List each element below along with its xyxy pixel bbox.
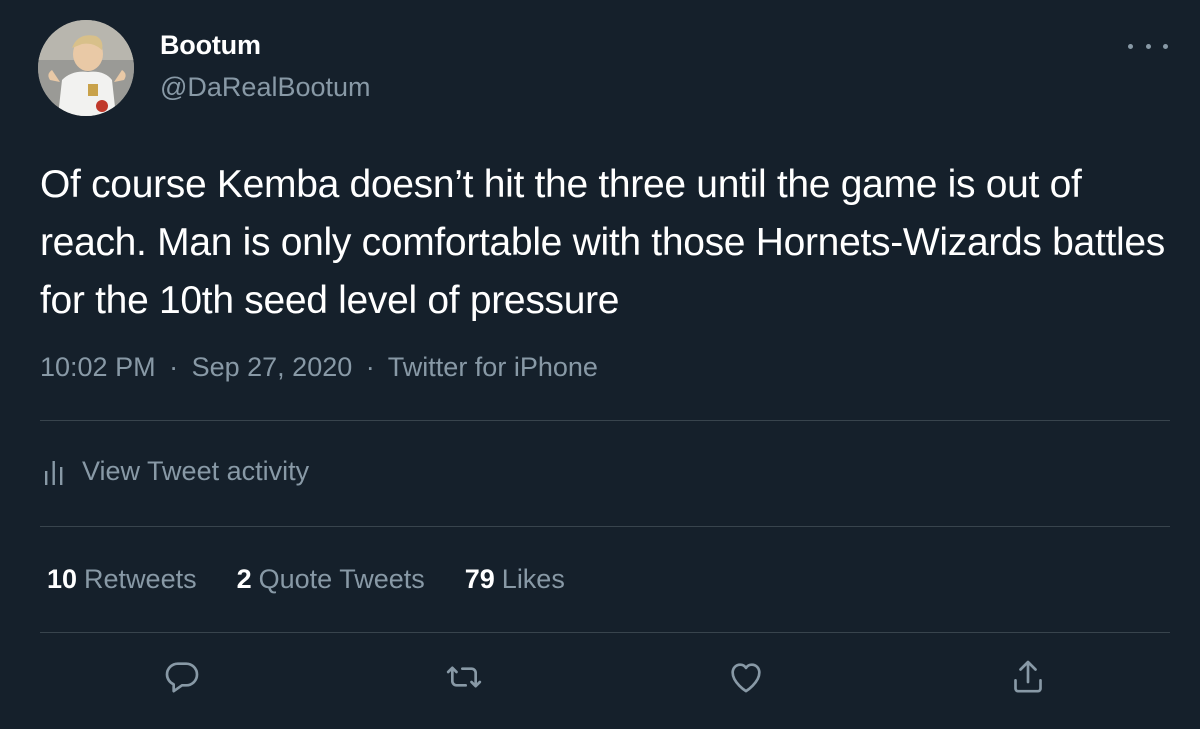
reply-button[interactable] (160, 655, 204, 699)
meta-separator: · (169, 352, 179, 382)
likes-label: Likes (501, 564, 565, 594)
more-dot (1163, 43, 1168, 49)
meta-separator: · (365, 352, 375, 382)
share-button[interactable] (1006, 655, 1050, 699)
view-tweet-activity-link[interactable]: View Tweet activity (44, 456, 309, 487)
author-handle[interactable]: @DaRealBootum (160, 72, 371, 103)
tweet-meta: 10:02 PM · Sep 27, 2020 · Twitter for iP… (40, 352, 598, 383)
quote-tweets-label: Quote Tweets (258, 564, 425, 594)
more-dot (1145, 43, 1151, 49)
quote-tweets-stat[interactable]: 2 Quote Tweets (237, 564, 425, 595)
tweet-text: Of course Kemba doesn’t hit the three un… (40, 163, 1165, 322)
divider (40, 420, 1170, 421)
divider (40, 632, 1170, 633)
reply-icon (165, 662, 199, 693)
likes-stat[interactable]: 79 Likes (465, 564, 565, 595)
tweet-source[interactable]: Twitter for iPhone (388, 352, 598, 382)
analytics-icon (44, 459, 64, 485)
avatar-photo (38, 20, 134, 116)
retweets-count: 10 (47, 564, 78, 594)
tweet-actions (0, 655, 1200, 705)
retweets-stat[interactable]: 10 Retweets (47, 564, 197, 595)
view-tweet-activity-label: View Tweet activity (82, 456, 310, 486)
more-dot (1128, 43, 1133, 49)
retweet-icon (446, 666, 482, 688)
like-button[interactable] (724, 655, 768, 699)
quote-tweets-count: 2 (236, 564, 252, 594)
avatar[interactable] (38, 20, 134, 116)
retweets-label: Retweets (84, 564, 197, 594)
tweet-time[interactable]: 10:02 PM (40, 352, 156, 382)
tweet-card: Bootum @DaRealBootum Of course Kemba doe… (0, 0, 1200, 729)
likes-count: 79 (464, 564, 495, 594)
tweet-stats: 10 Retweets 2 Quote Tweets 79 Likes (47, 564, 605, 595)
more-options-icon[interactable] (1128, 36, 1168, 56)
retweet-button[interactable] (442, 655, 486, 699)
tweet-date[interactable]: Sep 27, 2020 (192, 352, 353, 382)
divider (40, 526, 1170, 527)
author-display-name[interactable]: Bootum (160, 30, 261, 61)
heart-icon (731, 663, 761, 693)
share-icon (1014, 660, 1042, 693)
